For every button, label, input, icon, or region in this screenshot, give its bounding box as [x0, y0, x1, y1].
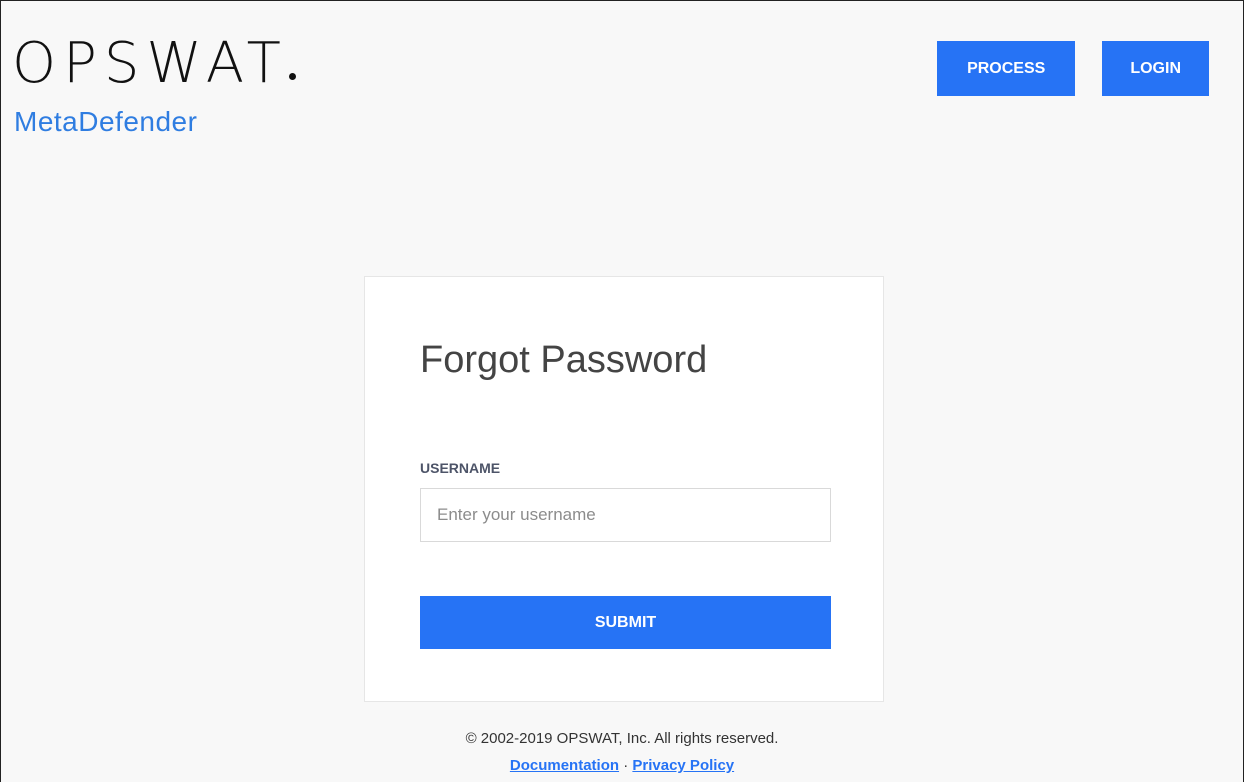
opswat-logo: OPSWAT — [12, 36, 296, 92]
copyright-text: © 2002-2019 OPSWAT, Inc. All rights rese… — [465, 730, 779, 747]
logo-dot-icon — [288, 73, 296, 80]
username-label: USERNAME — [420, 460, 501, 476]
top-navigation: PROCESS LOGIN — [937, 41, 1209, 96]
username-input[interactable] — [420, 488, 831, 542]
logo-text: OPSWAT — [12, 31, 288, 96]
footer-links: Documentation · Privacy Policy — [0, 757, 1244, 774]
footer: © 2002-2019 OPSWAT, Inc. All rights rese… — [0, 730, 1244, 774]
forgot-password-card: Forgot Password USERNAME SUBMIT — [364, 276, 884, 702]
submit-button[interactable]: SUBMIT — [420, 596, 831, 649]
brand-header: OPSWAT MetaDefender — [12, 36, 296, 138]
link-separator: · — [623, 757, 629, 774]
privacy-policy-link[interactable]: Privacy Policy — [632, 757, 734, 774]
page-title: Forgot Password — [420, 339, 708, 381]
login-button[interactable]: LOGIN — [1102, 41, 1209, 96]
process-button[interactable]: PROCESS — [937, 41, 1076, 96]
documentation-link[interactable]: Documentation — [510, 757, 619, 774]
product-name: MetaDefender — [14, 106, 198, 137]
